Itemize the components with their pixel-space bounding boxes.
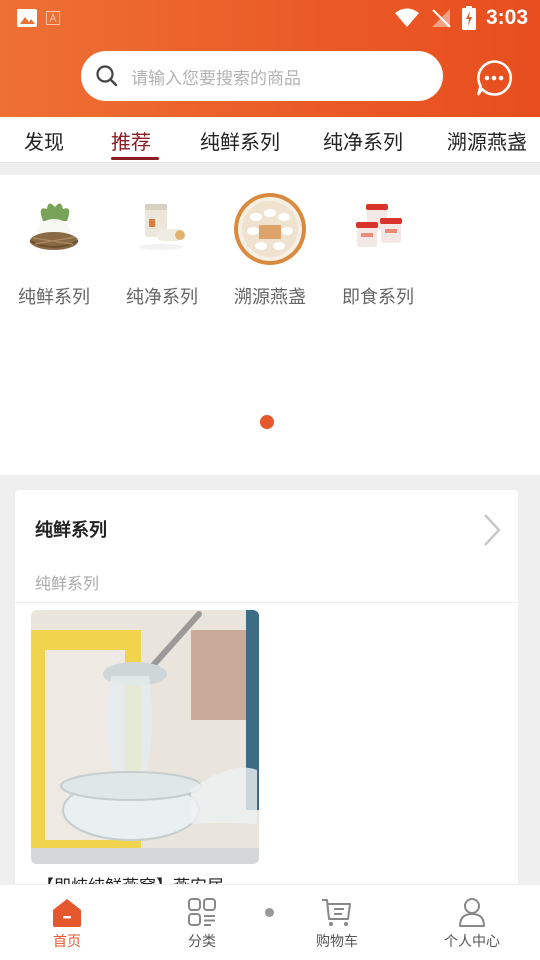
nav-label: 分类	[188, 934, 216, 950]
tab-traceable-nest[interactable]: 溯源燕盏	[447, 126, 527, 155]
no-signal-icon	[431, 9, 451, 28]
product-section-card: 纯鲜系列 纯鲜系列 【即炖纯鲜燕窝】燕安居	[15, 490, 518, 890]
nav-category[interactable]: 分类	[157, 895, 247, 951]
user-icon	[459, 898, 485, 927]
nav-home[interactable]: 首页	[22, 895, 112, 951]
active-tab-indicator	[111, 157, 159, 160]
search-input[interactable]: 请输入您要搜索的商品	[81, 51, 443, 101]
search-icon	[96, 65, 118, 87]
nav-label: 个人中心	[444, 934, 500, 950]
status-time: 3:03	[485, 6, 528, 29]
nav-profile[interactable]: 个人中心	[427, 895, 517, 951]
tab-recommend[interactable]: 推荐	[111, 126, 151, 155]
message-icon[interactable]	[475, 59, 513, 97]
nav-label: 首页	[53, 934, 81, 950]
app-notification-icon	[46, 11, 60, 25]
bird-nest-image	[29, 203, 79, 250]
bottles-image	[356, 204, 402, 247]
nav-indicator-dot	[265, 908, 274, 917]
gift-box-image	[234, 193, 306, 265]
category-fresh-series[interactable]: 纯鲜系列	[8, 191, 100, 309]
jar-image	[139, 204, 185, 250]
category-label: 溯源燕盏	[234, 287, 306, 308]
bottom-navigation: 首页 分类 购物车 个人中心	[0, 884, 540, 960]
home-icon	[53, 899, 81, 927]
category-label: 纯鲜系列	[18, 287, 90, 308]
tab-pure-series[interactable]: 纯净系列	[323, 126, 403, 155]
tab-discover[interactable]: 发现	[24, 126, 64, 155]
search-placeholder: 请输入您要搜索的商品	[131, 68, 301, 89]
section-subtitle: 纯鲜系列	[35, 574, 100, 593]
category-traceable-nest[interactable]: 溯源燕盏	[224, 191, 316, 309]
battery-charging-icon	[461, 6, 476, 30]
carousel-page-indicator[interactable]	[260, 415, 274, 429]
product-image[interactable]	[31, 610, 259, 864]
wifi-icon	[394, 8, 419, 27]
category-grid: 纯鲜系列 纯净系列 溯源燕盏 即食系列	[0, 175, 540, 475]
category-pure-series[interactable]: 纯净系列	[116, 191, 208, 309]
category-tabs: 发现 推荐 纯鲜系列 纯净系列 溯源燕盏	[0, 117, 540, 163]
category-label: 纯净系列	[126, 287, 198, 308]
chevron-right-icon[interactable]	[481, 512, 503, 548]
category-icon	[188, 898, 216, 926]
gallery-notification-icon	[17, 9, 37, 27]
status-bar: 3:03	[0, 0, 540, 38]
category-label: 即食系列	[342, 287, 414, 308]
header-bar: 3:03 请输入您要搜索的商品	[0, 0, 540, 117]
nav-label: 购物车	[316, 934, 358, 950]
tab-fresh-series[interactable]: 纯鲜系列	[200, 126, 280, 155]
section-title: 纯鲜系列	[35, 520, 107, 541]
category-ready-to-eat[interactable]: 即食系列	[332, 191, 424, 309]
nav-cart[interactable]: 购物车	[292, 895, 382, 951]
divider	[15, 602, 518, 603]
cart-icon	[322, 899, 351, 926]
